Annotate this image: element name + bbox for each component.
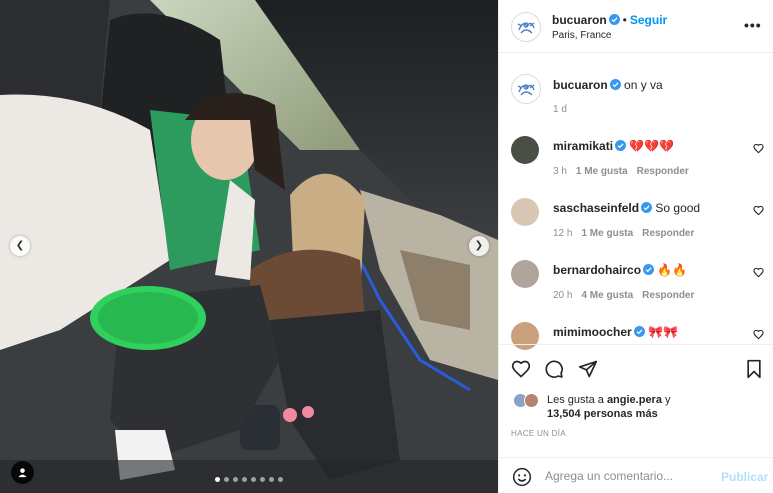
brand-logo-icon	[517, 84, 535, 96]
likes-count[interactable]: 13,504 personas más	[547, 408, 658, 420]
post-details-panel: bucuaron • Seguir Paris, France ••• bucu…	[498, 0, 773, 493]
commenter-avatar[interactable]	[511, 136, 539, 164]
post-header: bucuaron • Seguir Paris, France •••	[499, 0, 773, 53]
verified-icon	[609, 79, 621, 90]
previous-photo-button[interactable]: ❮	[10, 236, 30, 256]
carousel-dot	[233, 477, 238, 482]
comment-composer: Publicar	[499, 457, 773, 493]
caption-age[interactable]: 1 d	[553, 104, 567, 115]
verified-icon	[615, 140, 627, 151]
author-avatar[interactable]	[511, 12, 541, 42]
comment-text: So good	[655, 201, 701, 215]
publish-button[interactable]: Publicar	[721, 470, 768, 484]
follow-button[interactable]: Seguir	[630, 13, 667, 27]
reply-button[interactable]: Responder	[642, 228, 694, 239]
brand-logo-icon	[517, 22, 535, 34]
carousel-dot	[269, 477, 274, 482]
post-location[interactable]: Paris, France	[552, 30, 611, 41]
carousel-dot	[251, 477, 256, 482]
verified-icon	[643, 264, 655, 275]
comment-age[interactable]: 20 h	[553, 290, 572, 301]
likes-summary[interactable]: Les gusta a angie.pera y 13,504 personas…	[547, 393, 671, 421]
caption-username[interactable]: bucuaron	[553, 78, 608, 92]
comment-item: miramikati 💔💔💔 3 h 1 Me gusta Responder	[499, 134, 773, 190]
comment-item: saschaseinfeld So good 12 h 1 Me gusta Resp…	[499, 196, 773, 252]
commenter-avatar[interactable]	[511, 260, 539, 288]
comment-likes[interactable]: 4 Me gusta	[581, 290, 633, 301]
comment-age[interactable]: 3 h	[553, 166, 567, 177]
like-comment-icon[interactable]	[753, 205, 764, 216]
chevron-right-icon: ❯	[474, 240, 484, 251]
liker-avatar-2[interactable]	[524, 393, 539, 408]
carousel-dot	[260, 477, 265, 482]
heart-icon[interactable]	[511, 359, 531, 379]
separator-dot: •	[622, 13, 627, 27]
verified-icon	[641, 202, 653, 213]
like-comment-icon[interactable]	[753, 143, 764, 154]
comment-item: bernardohairco 🔥🔥 20 h 4 Me gusta Responder	[499, 258, 773, 314]
likes-user[interactable]: angie.pera	[607, 394, 662, 406]
verified-icon	[633, 326, 645, 337]
post-actions: Les gusta a angie.pera y 13,504 personas…	[499, 344, 773, 493]
post-timestamp[interactable]: HACE UN DÍA	[511, 429, 566, 438]
comment-text: 🔥🔥	[657, 263, 688, 277]
verified-icon	[608, 14, 620, 25]
chevron-left-icon: ❮	[15, 240, 25, 251]
commenter-username[interactable]: miramikati	[553, 139, 613, 153]
commenter-avatar[interactable]	[511, 198, 539, 226]
author-username[interactable]: bucuaron	[552, 13, 607, 27]
likes-joiner: y	[665, 394, 671, 406]
share-icon[interactable]	[578, 359, 598, 379]
caption-author-avatar[interactable]	[511, 74, 541, 104]
comment-icon[interactable]	[544, 359, 564, 379]
caption-row: bucuaron on y va 1 d	[499, 72, 773, 122]
like-comment-icon[interactable]	[753, 267, 764, 278]
more-icon: •••	[744, 17, 762, 33]
like-comment-icon[interactable]	[753, 329, 764, 340]
comment-age[interactable]: 12 h	[553, 228, 572, 239]
commenter-username[interactable]: saschaseinfeld	[553, 201, 639, 215]
comment-likes[interactable]: 1 Me gusta	[576, 166, 628, 177]
more-options-button[interactable]: •••	[744, 17, 762, 33]
next-photo-button[interactable]: ❯	[469, 236, 489, 256]
comment-input[interactable]	[545, 469, 705, 483]
reply-button[interactable]: Responder	[642, 290, 694, 301]
likes-prefix: Les gusta a	[547, 394, 604, 406]
carousel-dot	[224, 477, 229, 482]
bookmark-icon[interactable]	[744, 359, 764, 379]
car-interior-selfie-image	[0, 0, 498, 493]
carousel-dot	[215, 477, 220, 482]
comment-text: 🎀🎀	[648, 325, 678, 339]
carousel-dot	[278, 477, 283, 482]
caption-text: on y va	[624, 78, 663, 92]
commenter-username[interactable]: bernardohairco	[553, 263, 641, 277]
post-viewer: ❮ ❯ bucuaron • Seguir Paris, France ••• …	[0, 0, 773, 493]
emoji-icon[interactable]	[512, 467, 532, 487]
commenter-username[interactable]: mimimoocher	[553, 325, 632, 339]
comment-likes[interactable]: 1 Me gusta	[581, 228, 633, 239]
carousel-indicator	[0, 477, 498, 482]
reply-button[interactable]: Responder	[637, 166, 689, 177]
post-photo[interactable]: ❮ ❯	[0, 0, 498, 493]
comment-text: 💔💔💔	[629, 139, 675, 153]
carousel-dot	[242, 477, 247, 482]
